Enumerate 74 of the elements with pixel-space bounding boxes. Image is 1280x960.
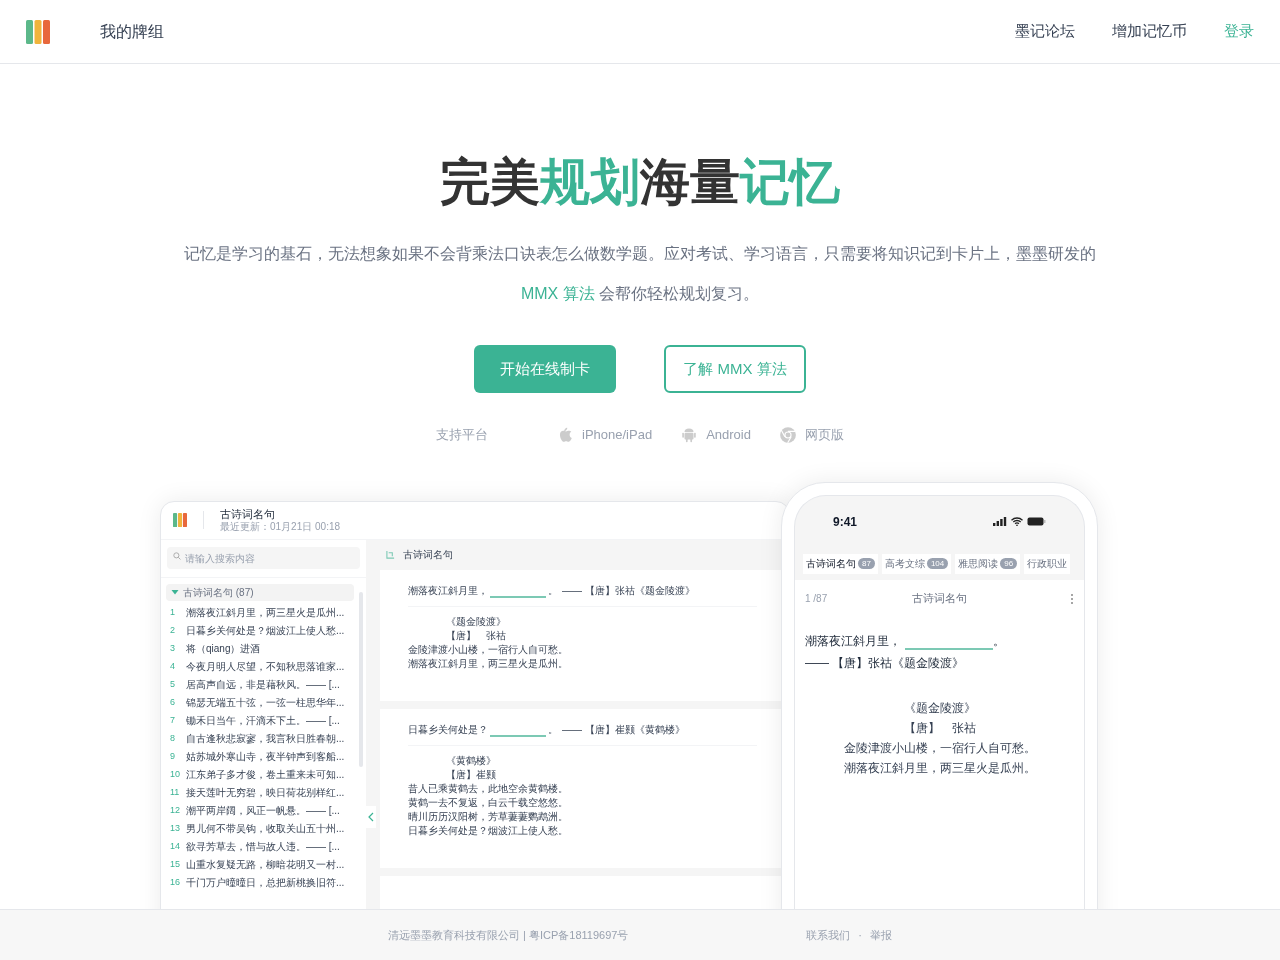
list-item[interactable]: 5 居高声自远，非是藉秋风。—— [... [166, 675, 354, 694]
deck-tab[interactable]: 古诗词名句 87 [803, 553, 878, 574]
update-time: 最近更新：01月21日 00:18 [220, 520, 341, 533]
list-item[interactable]: 7 锄禾日当午，汗滴禾下土。—— [... [166, 711, 354, 730]
battery-icon [1027, 517, 1046, 526]
deck-title: 古诗词名句 [220, 507, 276, 521]
deck-icon [386, 550, 395, 559]
logo-icon[interactable] [26, 19, 50, 44]
nav-link[interactable]: 墨记论坛 [1015, 20, 1075, 43]
list-item[interactable]: 10 江东弟子多才俊，卷土重来未可知... [166, 765, 354, 784]
question-text: 。 [548, 583, 558, 598]
browser-icon [778, 425, 797, 444]
list-item[interactable]: 4 今夜月明人尽望，不知秋思落谁家... [166, 657, 354, 676]
deck-tab[interactable]: 雅思阅读 96 [955, 553, 1021, 574]
list-item[interactable]: 1 潮落夜江斜月里，两三星火是瓜州... [166, 603, 354, 622]
poem-line: 黄鹤一去不复返，白云千载空悠悠。 [408, 795, 569, 810]
hero-description: 记忆是学习的基石，无法想象如果不会背乘法口诀表怎么做数学题。应对考试、学习语言，只需要将知识记到卡片上，墨墨研发的 MMX 算法 会帮你轻松规划复习。 [183, 244, 1097, 304]
question-text: 潮落夜江斜月里， [805, 632, 901, 650]
poem-title: 《题金陵渡》 [903, 699, 976, 717]
poem-line: 潮落夜江斜月里，两三星火是瓜州。 [843, 759, 1036, 777]
card-counter: 1 /87 [805, 592, 829, 606]
poem-line: 晴川历历汉阳树，芳草萋萋鹦鹉洲。 [408, 809, 569, 824]
poem-line: 金陵津渡小山楼，一宿行人自可愁。 [843, 739, 1036, 757]
deck-title: 古诗词名句 [911, 591, 968, 607]
count-badge: 87 [858, 558, 875, 569]
poem-title: 《题金陵渡》 [445, 614, 507, 629]
nav-link[interactable]: 我的牌组 [100, 19, 164, 44]
list-item[interactable]: 9 姑苏城外寒山寺，夜半钟声到客船... [166, 747, 354, 766]
list-header[interactable]: 古诗词名句 (87) [166, 583, 354, 601]
list-title: 古诗词名句 (87) [183, 585, 254, 600]
question-text: 。 [548, 722, 558, 737]
deck-tab[interactable]: 高考文综 104 [881, 553, 952, 574]
company-info: 清远墨墨教育科技有限公司 | 粤ICP备18119697号 [388, 927, 629, 943]
collapse-button[interactable] [366, 805, 376, 828]
list-item[interactable]: 16 千门万户曈曈日，总把新桃换旧符... [166, 873, 354, 892]
poem-author: 【唐】 张祜 [903, 719, 976, 737]
count-badge: 96 [1000, 558, 1018, 569]
nav-link[interactable]: 增加记忆币 [1112, 20, 1187, 43]
logo-icon [173, 513, 187, 527]
list-item[interactable]: 2 日暮乡关何处是？烟波江上使人愁... [166, 621, 354, 640]
list-item[interactable]: 14 欲寻芳草去，惜与故人违。—— [... [166, 837, 354, 856]
question-source: —— 【唐】崔颢《黄鹤楼》 [562, 722, 685, 737]
list-item[interactable]: 12 潮平两岸阔，风正一帆悬。—— [... [166, 801, 354, 820]
separator: · [858, 927, 862, 943]
status-time: 9:41 [833, 513, 858, 531]
wifi-icon [1011, 517, 1023, 526]
signal-icon [993, 517, 1007, 526]
count-badge: 104 [926, 558, 949, 569]
list-item[interactable]: 15 山重水复疑无路，柳暗花明又一村... [166, 855, 354, 874]
poem-title: 《黄鹤楼》 [445, 753, 497, 768]
question-source: —— 【唐】张祜《题金陵渡》 [562, 583, 695, 598]
list-item[interactable]: 13 男儿何不带吴钩，收取关山五十州... [166, 819, 354, 838]
question-text: 日暮乡关何处是？ [408, 722, 488, 737]
question-punctuation: 。 [993, 632, 1005, 650]
poem-line: 日暮乡关何处是？烟波江上使人愁。 [408, 823, 569, 838]
platforms-label: 支持平台 [436, 426, 489, 444]
breadcrumb: 古诗词名句 [403, 548, 453, 562]
poem-line: 金陵津渡小山楼，一宿行人自可愁。 [408, 642, 569, 657]
search-icon [173, 551, 181, 560]
list-item[interactable]: 8 自古逢秋悲寂寥，我言秋日胜春朝... [166, 729, 354, 748]
poem-line: 潮落夜江斜月里，两三星火是瓜州。 [408, 656, 569, 671]
question-text: 潮落夜江斜月里， [408, 583, 488, 598]
list-item[interactable]: 6 锦瑟无端五十弦，一弦一柱思华年... [166, 693, 354, 712]
poem-author: 【唐】 张祜 [445, 628, 507, 643]
hero-title: 完美规划海量记忆 [439, 154, 841, 210]
more-icon[interactable] [1070, 592, 1074, 605]
chevron-left-icon [368, 811, 374, 822]
question-source: —— 【唐】张祜《题金陵渡》 [805, 654, 966, 672]
list-item[interactable]: 3 将（qiang）进酒 [166, 639, 354, 658]
deck-tab[interactable]: 行政职业 [1024, 553, 1071, 574]
list-item[interactable]: 11 接天莲叶无穷碧，映日荷花别样红... [166, 783, 354, 802]
search-field[interactable]: 请输入搜索内容 [167, 547, 360, 569]
poem-line: 昔人已乘黄鹤去，此地空余黄鹤楼。 [408, 781, 569, 796]
poem-author: 【唐】崔颢 [445, 767, 497, 782]
